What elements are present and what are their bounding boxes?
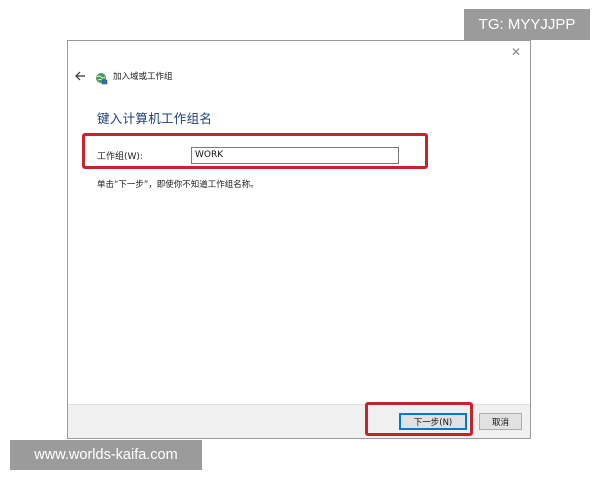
hint-text: 单击“下一步”，即使你不知道工作组名称。 xyxy=(97,180,259,190)
tg-watermark: TG: MYYJJPP xyxy=(464,9,590,40)
dialog-footer: 下一步(N) 取消 xyxy=(68,404,530,438)
back-arrow-icon[interactable] xyxy=(73,69,87,83)
page: ✕ 加入域或工作组 键入计算机工作组名 工作组(W): 单击 xyxy=(0,0,600,480)
next-button[interactable]: 下一步(N) xyxy=(399,413,467,430)
dialog-header-title: 加入域或工作组 xyxy=(113,72,173,82)
cancel-button[interactable]: 取消 xyxy=(479,413,522,430)
workgroup-label: 工作组(W): xyxy=(97,151,143,162)
site-watermark: www.worlds-kaifa.com xyxy=(10,440,202,470)
join-domain-dialog: ✕ 加入域或工作组 键入计算机工作组名 工作组(W): 单击 xyxy=(67,40,531,439)
dialog-header: 加入域或工作组 xyxy=(73,68,173,84)
close-icon[interactable]: ✕ xyxy=(508,44,524,60)
workgroup-input[interactable] xyxy=(191,146,399,164)
network-globe-icon xyxy=(95,70,108,84)
page-title: 键入计算机工作组名 xyxy=(97,111,213,126)
workgroup-field-row: 工作组(W): xyxy=(97,144,499,166)
